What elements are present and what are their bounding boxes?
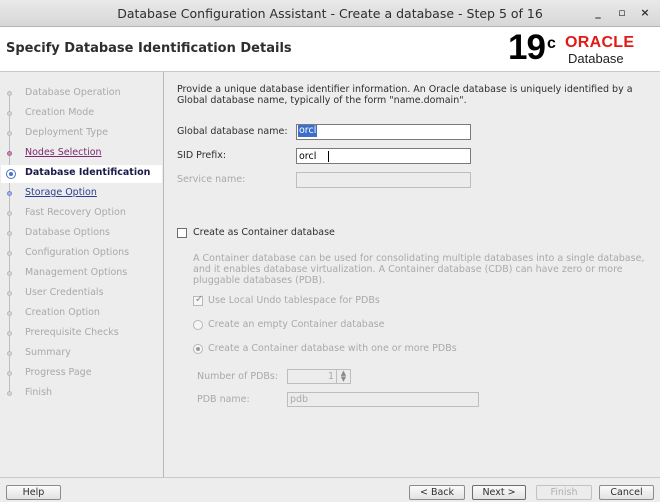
finish-button[interactable]: Finish	[536, 485, 592, 500]
step-dot-icon	[7, 311, 12, 316]
step-dot-icon	[7, 371, 12, 376]
close-icon[interactable]: ×	[637, 5, 653, 21]
step-summary: Summary	[0, 347, 163, 361]
local-undo-label[interactable]: Use Local Undo tablespace for PDBs	[208, 295, 380, 306]
sid-prefix-input[interactable]	[296, 148, 471, 164]
step-dot-icon	[7, 251, 12, 256]
wizard-footer: Help < Back Next > Finish Cancel	[0, 477, 660, 502]
step-creation-mode: Creation Mode	[0, 107, 163, 121]
step-storage-option[interactable]: Storage Option	[0, 187, 163, 201]
service-name-input[interactable]	[296, 172, 471, 188]
step-dot-icon	[7, 211, 12, 216]
cancel-button[interactable]: Cancel	[599, 485, 654, 500]
step-label: Management Options	[25, 267, 128, 278]
step-dot-icon	[7, 151, 12, 156]
step-label[interactable]: Storage Option	[25, 187, 97, 198]
window-title: Database Configuration Assistant - Creat…	[117, 6, 543, 21]
step-label: Creation Option	[25, 307, 100, 318]
page-description: Provide a unique database identifier inf…	[177, 84, 633, 106]
container-description: A Container database can be used for con…	[193, 253, 645, 286]
spinner-arrows-icon[interactable]: ▲ ▼	[336, 370, 350, 383]
step-user-credentials: User Credentials	[0, 287, 163, 301]
sid-prefix-label: SID Prefix:	[177, 150, 227, 161]
main-content: Provide a unique database identifier inf…	[164, 72, 660, 477]
pdb-name-label: PDB name:	[197, 394, 250, 405]
step-label: Database Options	[25, 227, 111, 238]
help-button[interactable]: Help	[6, 485, 61, 500]
step-label: Finish	[25, 387, 53, 398]
maximize-icon[interactable]: ▫	[614, 5, 630, 21]
step-dot-icon	[7, 271, 12, 276]
text-cursor	[328, 151, 329, 162]
container-db-label[interactable]: Create as Container database	[193, 227, 335, 238]
step-dot-icon	[7, 131, 12, 136]
empty-container-label[interactable]: Create an empty Container database	[208, 319, 384, 330]
local-undo-checkbox[interactable]: ✓	[193, 294, 204, 306]
step-fast-recovery-option: Fast Recovery Option	[0, 207, 163, 221]
logo-brand: ORACLE	[565, 34, 635, 51]
step-label: Database Operation	[25, 87, 121, 98]
step-label[interactable]: Nodes Selection	[25, 147, 102, 158]
step-dot-icon	[7, 91, 12, 96]
num-pdbs-label: Number of PDBs:	[197, 371, 279, 382]
step-deployment-type: Deployment Type	[0, 127, 163, 141]
step-management-options: Management Options	[0, 267, 163, 281]
num-pdbs-value: 1	[327, 371, 334, 382]
step-current-icon	[6, 169, 16, 179]
service-name-label: Service name:	[177, 174, 246, 185]
step-label: Database Identification	[25, 167, 151, 178]
logo-version: 19	[508, 28, 546, 67]
logo-superscript: c	[547, 35, 556, 52]
window-titlebar: Database Configuration Assistant - Creat…	[0, 0, 660, 27]
step-label: Summary	[25, 347, 71, 358]
step-prerequisite-checks: Prerequisite Checks	[0, 327, 163, 341]
step-dot-icon	[7, 231, 12, 236]
step-dot-icon	[7, 331, 12, 336]
back-button[interactable]: < Back	[409, 485, 465, 500]
step-finish: Finish	[0, 387, 163, 401]
step-creation-option: Creation Option	[0, 307, 163, 321]
empty-container-radio[interactable]	[193, 320, 203, 330]
step-progress-page: Progress Page	[0, 367, 163, 381]
step-label: User Credentials	[25, 287, 104, 298]
step-dot-icon	[7, 111, 12, 116]
step-label: Creation Mode	[25, 107, 95, 118]
step-configuration-options: Configuration Options	[0, 247, 163, 261]
step-dot-icon	[7, 191, 12, 196]
step-dot-icon	[7, 391, 12, 396]
minimize-icon[interactable]: _	[590, 5, 606, 21]
steps-sidebar: Database Operation Creation Mode Deploym…	[0, 72, 164, 477]
with-pdbs-label[interactable]: Create a Container database with one or …	[208, 343, 457, 354]
global-db-name-input[interactable]	[296, 124, 471, 140]
pdb-name-input[interactable]: pdb	[287, 392, 479, 407]
checkmark-icon: ✓	[195, 294, 204, 305]
step-database-options: Database Options	[0, 227, 163, 241]
step-label: Deployment Type	[25, 127, 108, 138]
step-label: Progress Page	[25, 367, 92, 378]
global-db-name-selection: orcl	[298, 125, 318, 137]
step-database-operation: Database Operation	[0, 87, 163, 101]
page-header: Specify Database Identification Details …	[0, 27, 660, 72]
next-button[interactable]: Next >	[472, 485, 526, 500]
step-dot-icon	[7, 291, 12, 296]
global-db-name-label: Global database name:	[177, 126, 288, 137]
step-database-identification[interactable]: Database Identification	[1, 165, 162, 183]
step-label: Configuration Options	[25, 247, 130, 258]
with-pdbs-radio[interactable]	[193, 344, 203, 354]
step-label: Prerequisite Checks	[25, 327, 119, 338]
container-db-checkbox[interactable]	[177, 228, 187, 238]
step-label: Fast Recovery Option	[25, 207, 126, 218]
num-pdbs-stepper[interactable]: 1 ▲ ▼	[287, 369, 351, 384]
logo-product: Database	[568, 51, 624, 66]
step-nodes-selection[interactable]: Nodes Selection	[0, 147, 163, 161]
step-dot-icon	[7, 351, 12, 356]
page-title: Specify Database Identification Details	[6, 41, 292, 56]
